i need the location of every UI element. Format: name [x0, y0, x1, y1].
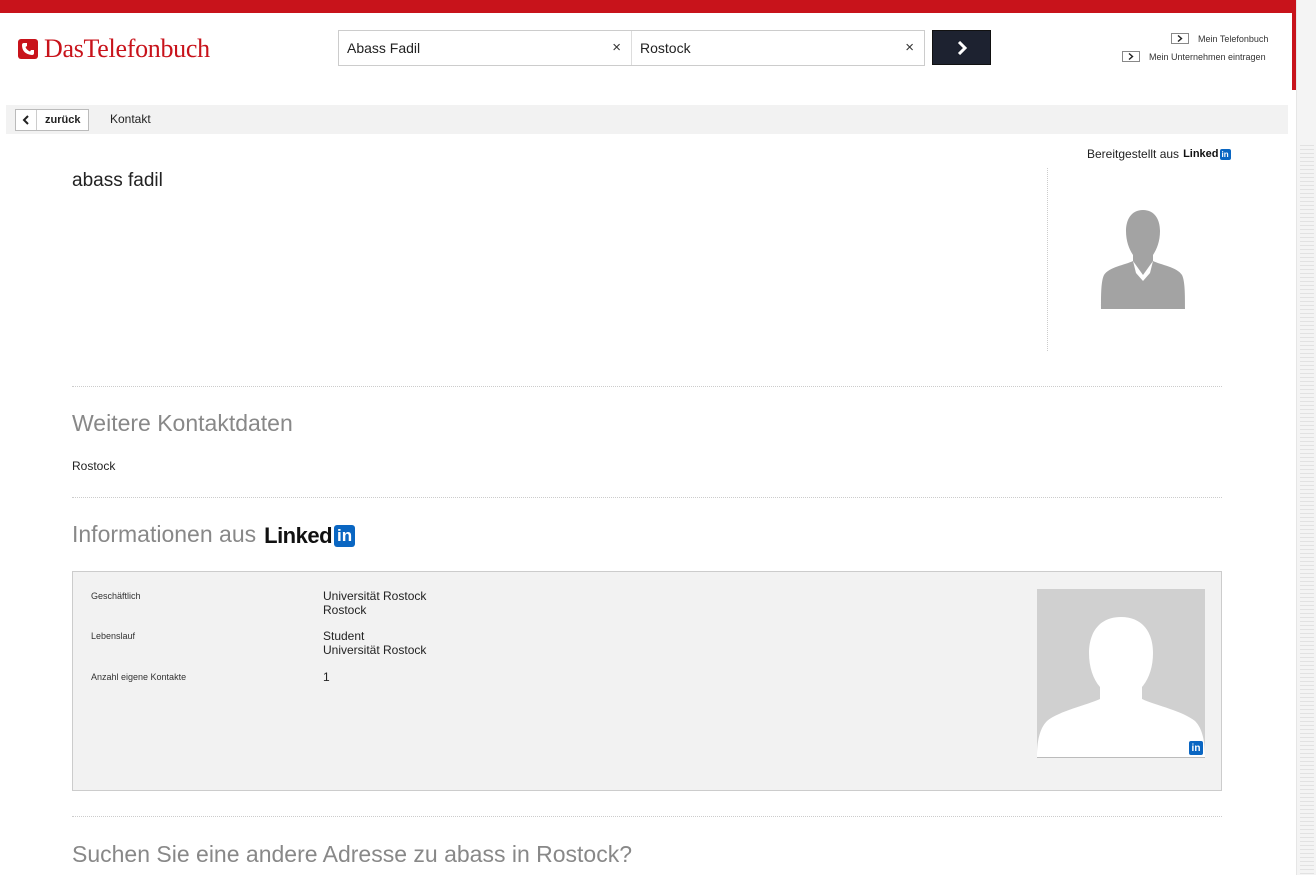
back-label: zurück [45, 114, 81, 126]
linkedin-in-icon: in [1219, 148, 1231, 160]
breadcrumb: Kontakt [110, 112, 151, 126]
clear-name-icon[interactable]: × [612, 39, 621, 57]
linkedin-heading-text: Informationen aus [72, 521, 257, 547]
linkedin-in-icon: in [334, 524, 356, 547]
linkedin-logo-small: Linked in [1183, 148, 1231, 160]
row-value-lebenslauf: Student Universität Rostock [323, 629, 426, 657]
city-search-input[interactable] [632, 33, 895, 63]
chevron-right-icon [1122, 51, 1140, 62]
linkedin-badge-icon: in [1189, 741, 1203, 755]
value-line: Rostock [323, 603, 367, 617]
row-value-kontakte: 1 [323, 670, 330, 684]
section-divider [72, 386, 1222, 387]
link-label: Mein Unternehmen eintragen [1149, 51, 1266, 62]
linkedin-info-card: Geschäftlich Universität Rostock Rostock… [72, 571, 1222, 791]
section-divider [72, 497, 1222, 498]
phone-logo-icon [18, 39, 38, 59]
value-line: Universität Rostock [323, 643, 427, 657]
vertical-divider [1047, 168, 1048, 351]
row-value-geschaeftlich: Universität Rostock Rostock [323, 589, 426, 617]
name-search-input[interactable] [339, 33, 602, 63]
provided-by: Bereitgestellt aus Linked in [1087, 147, 1231, 161]
city-search-field: × [632, 31, 924, 65]
linkedin-logo: Linked in [264, 522, 356, 549]
value-line: Universität Rostock [323, 589, 427, 603]
chevron-right-icon [1171, 33, 1189, 44]
section-divider [72, 816, 1222, 817]
back-button[interactable]: zurück [15, 109, 89, 131]
linkedin-section-heading: Informationen aus Linked in [72, 521, 356, 549]
value-line: Student [323, 629, 365, 643]
other-search-heading: Suchen Sie eine andere Adresse zu abass … [72, 841, 633, 867]
row-label-lebenslauf: Lebenslauf [91, 631, 136, 641]
row-label-kontakte: Anzahl eigene Kontakte [91, 672, 187, 682]
logo-text: DasTelefonbuch [44, 34, 210, 63]
top-brand-bar [0, 0, 1296, 13]
clear-city-icon[interactable]: × [905, 39, 914, 57]
contact-city: Rostock [72, 459, 116, 473]
linkedin-word: Linked [264, 522, 333, 548]
row-label-geschaeftlich: Geschäftlich [91, 591, 141, 601]
breadcrumb-bar [6, 105, 1288, 134]
search-bar: × × [338, 30, 925, 66]
link-unternehmen-eintragen[interactable]: Mein Unternehmen eintragen [1122, 51, 1266, 62]
site-logo[interactable]: DasTelefonbuch [18, 34, 210, 64]
contact-name: abass fadil [72, 170, 163, 191]
search-button[interactable] [932, 30, 991, 65]
provided-label: Bereitgestellt aus [1087, 147, 1180, 161]
chevron-left-icon [16, 110, 37, 130]
linkedin-avatar-icon: in [1037, 589, 1205, 758]
chevron-right-icon [957, 40, 967, 55]
scrollbar-track[interactable] [1300, 145, 1314, 875]
link-label: Mein Telefonbuch [1198, 33, 1269, 44]
value-line: 1 [323, 670, 330, 684]
profile-avatar-icon [1095, 205, 1191, 310]
link-mein-telefonbuch[interactable]: Mein Telefonbuch [1171, 33, 1268, 44]
contact-section-heading: Weitere Kontaktdaten [72, 410, 293, 436]
scrollbar[interactable] [1296, 0, 1316, 875]
name-search-field: × [339, 31, 632, 65]
linkedin-word: Linked [1183, 148, 1219, 160]
